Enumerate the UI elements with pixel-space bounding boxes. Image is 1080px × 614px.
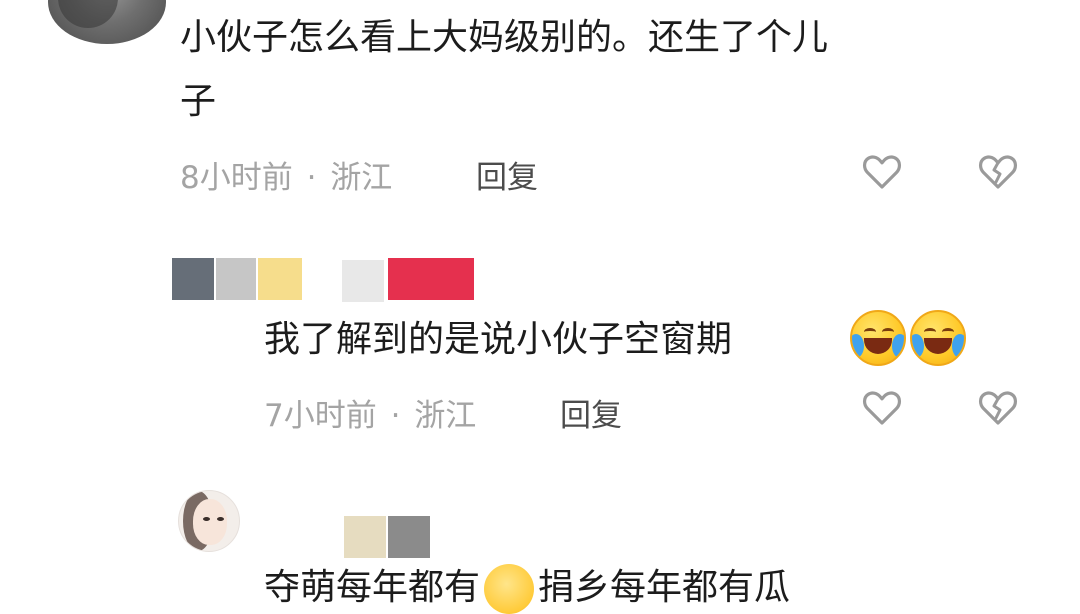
dislike-button[interactable] xyxy=(978,152,1018,192)
broken-heart-icon xyxy=(978,391,1018,425)
reply-button[interactable]: 回复 xyxy=(560,390,622,435)
redacted-username xyxy=(172,258,482,302)
comment-text-line2: 子 xyxy=(180,81,217,122)
avatar-face xyxy=(193,499,227,545)
meta-separator: · xyxy=(306,160,317,196)
emoji-mouth xyxy=(924,338,952,354)
redaction-block xyxy=(342,260,384,302)
dislike-button[interactable] xyxy=(978,388,1018,428)
like-button[interactable] xyxy=(862,152,902,192)
reply-text-content: 我了解到的是说小伙子空窗期 xyxy=(264,319,733,360)
redaction-block xyxy=(344,516,386,558)
reply-text: 夺萌每年都有 捐乡每年都有瓜 xyxy=(264,562,790,614)
commenter-avatar[interactable] xyxy=(178,490,240,552)
emoji-tear xyxy=(852,334,864,358)
comment-meta: 8小时前 · 浙江 xyxy=(180,152,392,197)
comment-meta: 7小时前 · 浙江 xyxy=(264,390,476,435)
meta-separator: · xyxy=(390,398,401,434)
like-button[interactable] xyxy=(862,388,902,428)
comment-text-line1: 小伙子怎么看上大妈级别的。还生了个儿 xyxy=(180,17,829,58)
comment-time: 7小时前 xyxy=(264,398,377,434)
emoji-tear xyxy=(952,334,964,358)
redaction-block xyxy=(172,258,214,300)
redacted-username xyxy=(344,516,434,558)
avatar-eye xyxy=(203,517,210,521)
reply-text: 我了解到的是说小伙子空窗期 xyxy=(264,314,732,366)
reply-text-part2: 捐乡每年都有瓜 xyxy=(538,567,791,608)
laughing-crying-emoji xyxy=(850,310,906,366)
emoji-eye xyxy=(942,328,954,336)
redaction-block xyxy=(388,516,430,558)
emoji-tear xyxy=(912,334,924,358)
broken-heart-icon xyxy=(978,155,1018,189)
comment-time: 8小时前 xyxy=(180,160,293,196)
avatar-eye xyxy=(217,517,224,521)
comment-location: 浙江 xyxy=(414,398,477,434)
reply-button[interactable]: 回复 xyxy=(476,152,538,197)
redaction-block xyxy=(388,258,474,300)
heart-outline-icon xyxy=(862,391,902,425)
avatar-hair xyxy=(58,0,118,28)
reply-text-part1: 夺萌每年都有 xyxy=(264,567,481,608)
emoji-eye xyxy=(864,328,876,336)
emoji-mouth xyxy=(864,338,892,354)
emoji-eye xyxy=(882,328,894,336)
heart-outline-icon xyxy=(862,155,902,189)
laughing-crying-emoji xyxy=(910,310,966,366)
emoji-eye xyxy=(924,328,936,336)
redaction-block xyxy=(216,258,256,300)
commenter-avatar[interactable] xyxy=(48,0,166,44)
redaction-block xyxy=(258,258,302,300)
smile-emoji xyxy=(484,564,535,614)
comment-location: 浙江 xyxy=(330,160,393,196)
emoji-tear xyxy=(892,334,904,358)
